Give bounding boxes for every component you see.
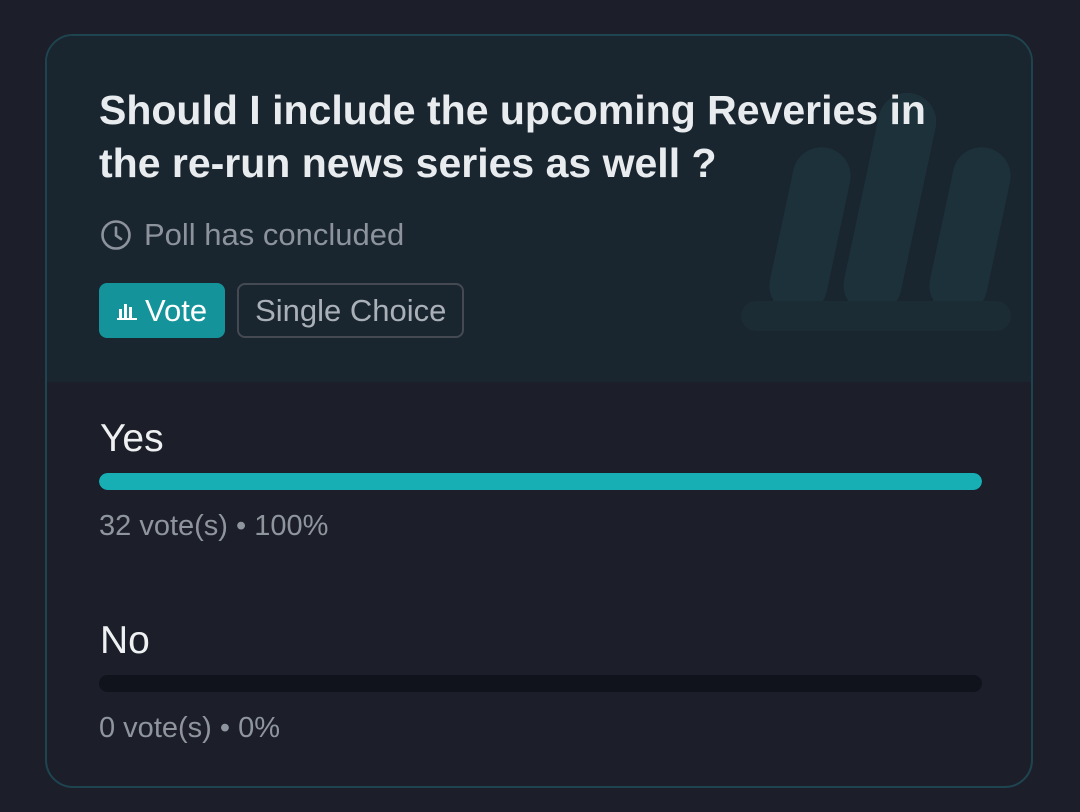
- choice-type-label: Single Choice: [255, 292, 447, 328]
- option-bar-track: [99, 473, 982, 490]
- poll-status-text: Poll has concluded: [144, 217, 405, 252]
- option-label: No: [100, 619, 150, 662]
- poll-status: Poll has concluded: [100, 217, 404, 253]
- bar-chart-icon: [117, 303, 137, 320]
- poll-header: Should I include the upcoming Reveries i…: [47, 36, 1031, 382]
- vote-tag-label: Vote: [145, 292, 208, 328]
- option-label: Yes: [100, 417, 164, 460]
- poll-card: Should I include the upcoming Reveries i…: [45, 34, 1033, 788]
- option-bar-track: [99, 675, 982, 692]
- option-bar-fill: [99, 473, 982, 490]
- option-stats: 32 vote(s) • 100%: [99, 510, 329, 542]
- poll-question: Should I include the upcoming Reveries i…: [99, 87, 926, 186]
- clock-icon: [101, 220, 131, 250]
- option-stats: 0 vote(s) • 0%: [99, 712, 280, 744]
- choice-type-tag: Single Choice: [237, 283, 465, 338]
- vote-tag: Vote: [99, 283, 226, 338]
- poll-tags: Vote Single Choice: [99, 283, 465, 338]
